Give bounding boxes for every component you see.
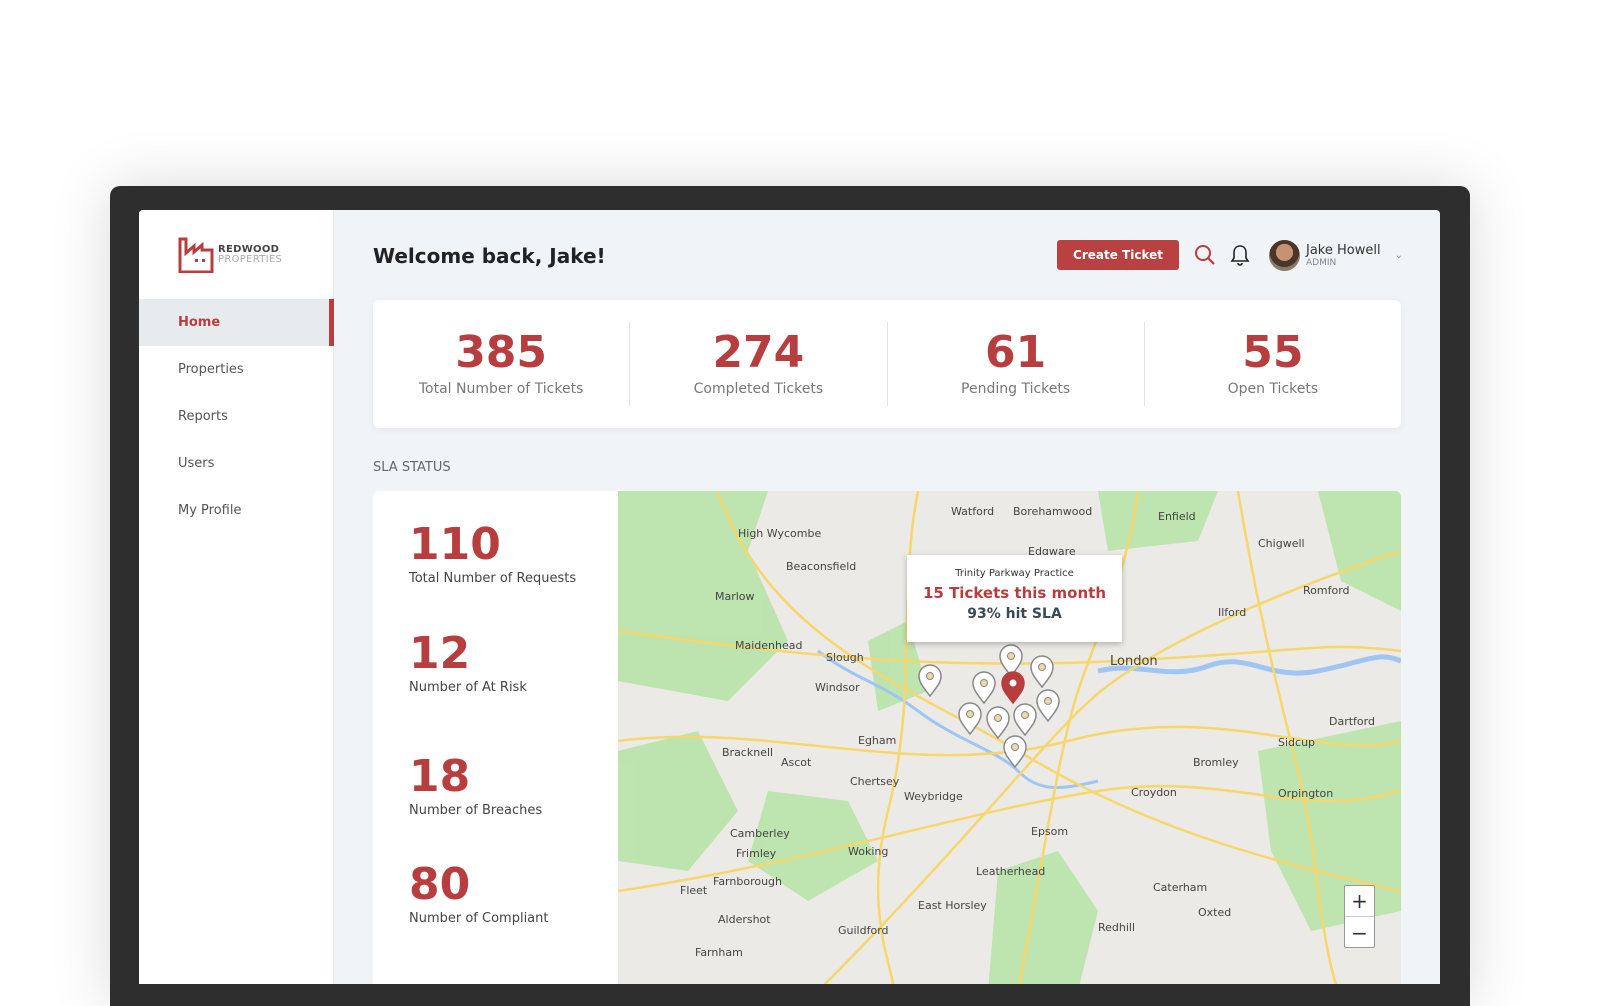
factory-logo-icon: [178, 237, 214, 273]
brand-logo[interactable]: REDWOOD PROPERTIES: [178, 237, 282, 273]
user-name: Jake Howell: [1306, 243, 1381, 258]
location-pin[interactable]: [972, 671, 996, 705]
metric-label: Number of Breaches: [409, 803, 543, 818]
user-role: ADMIN: [1306, 258, 1337, 268]
page-title: Welcome back, Jake!: [373, 244, 606, 268]
stat-value: 61: [985, 327, 1047, 378]
metric-breaches: 18 Number of Breaches: [409, 751, 543, 819]
sidebar-nav: Home Properties Reports Users My Profile: [139, 299, 334, 534]
user-menu[interactable]: Jake Howell ADMIN ⌄: [1269, 240, 1403, 271]
ticket-stats: 385 Total Number of Tickets 274 Completed …: [373, 300, 1401, 428]
sla-panel: 110 Total Number of Requests 12 Number of …: [373, 491, 1401, 984]
stat-value: 385: [455, 327, 548, 378]
sidebar-item-properties[interactable]: Properties: [139, 346, 334, 393]
sidebar: REDWOOD PROPERTIES Home Properties Report…: [139, 210, 334, 984]
create-ticket-button[interactable]: Create Ticket: [1057, 240, 1179, 270]
chevron-down-icon[interactable]: ⌄: [1395, 250, 1403, 261]
selected-location-pin[interactable]: [1001, 671, 1025, 705]
location-pin[interactable]: [1030, 655, 1054, 689]
stat-label: Completed Tickets: [693, 381, 824, 397]
location-pin[interactable]: [999, 644, 1023, 678]
location-pin[interactable]: [958, 702, 982, 736]
sidebar-item-reports[interactable]: Reports: [139, 393, 334, 440]
app-screen: REDWOOD PROPERTIES Home Properties Report…: [139, 210, 1440, 984]
map-tooltip: Trinity Parkway Practice 15 Tickets this…: [907, 555, 1122, 642]
metric-value: 80: [409, 859, 471, 910]
sidebar-item-users[interactable]: Users: [139, 440, 334, 487]
stat-value: 55: [1242, 327, 1304, 378]
tooltip-place: Trinity Parkway Practice: [955, 568, 1074, 579]
metric-value: 18: [409, 751, 471, 802]
tooltip-sla: 93% hit SLA: [967, 606, 1062, 622]
location-pin[interactable]: [1013, 703, 1037, 737]
stat-open-tickets: 55 Open Tickets: [1145, 322, 1401, 406]
metric-label: Number of At Risk: [409, 680, 527, 695]
bell-icon[interactable]: [1230, 244, 1250, 270]
metric-label: Total Number of Requests: [409, 571, 577, 586]
avatar: [1269, 240, 1300, 271]
location-pin[interactable]: [1003, 735, 1027, 769]
map-zoom-control: + −: [1344, 885, 1375, 948]
search-icon[interactable]: [1194, 244, 1216, 270]
location-pin[interactable]: [986, 706, 1010, 740]
location-pin[interactable]: [1036, 689, 1060, 723]
tooltip-tickets: 15 Tickets this month: [922, 584, 1107, 602]
metric-compliant: 80 Number of Compliant: [409, 859, 549, 927]
zoom-in-button[interactable]: +: [1345, 886, 1374, 917]
metric-value: 12: [409, 628, 471, 679]
stat-value: 274: [712, 327, 805, 378]
stat-label: Open Tickets: [1227, 381, 1319, 397]
stat-label: Total Number of Tickets: [418, 381, 584, 397]
location-pin[interactable]: [918, 664, 942, 698]
stat-label: Pending Tickets: [961, 381, 1071, 397]
metric-at-risk: 12 Number of At Risk: [409, 628, 527, 696]
sla-metrics: 110 Total Number of Requests 12 Number of …: [373, 491, 618, 984]
stat-completed-tickets: 274 Completed Tickets: [630, 322, 888, 406]
metric-total-requests: 110 Total Number of Requests: [409, 519, 577, 587]
metric-value: 110: [409, 519, 501, 570]
stat-pending-tickets: 61 Pending Tickets: [888, 322, 1145, 406]
brand-line2: PROPERTIES: [218, 254, 283, 265]
sidebar-item-my-profile[interactable]: My Profile: [139, 487, 334, 534]
sla-section-heading: SLA STATUS: [373, 460, 451, 475]
stat-total-tickets: 385 Total Number of Tickets: [373, 322, 631, 406]
zoom-out-button[interactable]: −: [1345, 917, 1374, 948]
metric-label: Number of Compliant: [409, 911, 549, 926]
sla-map[interactable]: Watford Enfield High Wycombe London Slough Ma…: [618, 491, 1401, 984]
sidebar-item-home[interactable]: Home: [139, 299, 334, 346]
